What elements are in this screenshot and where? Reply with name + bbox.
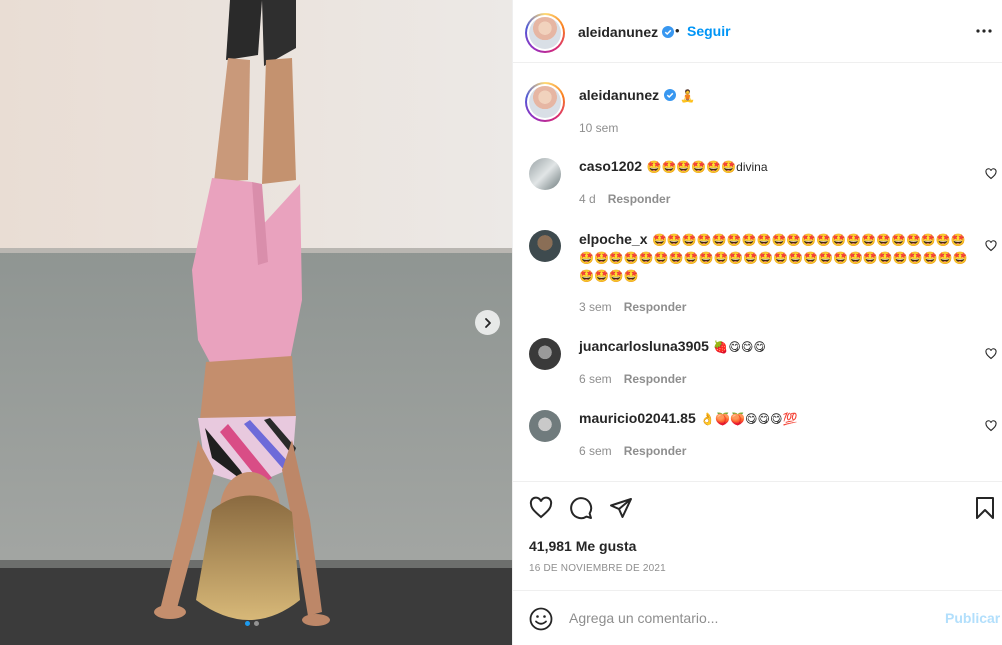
separator-dot: • (675, 23, 680, 38)
caption-time[interactable]: 10 sem (579, 121, 618, 135)
post-date[interactable]: 16 DE NOVIEMBRE DE 2021 (529, 563, 666, 574)
comment-username[interactable]: caso1202 (579, 158, 642, 174)
carousel-next-button[interactable] (475, 310, 500, 335)
reply-button[interactable]: Responder (624, 372, 687, 386)
reply-button[interactable]: Responder (624, 444, 687, 458)
comment-time[interactable]: 6 sem (579, 444, 612, 458)
comment-username[interactable]: juancarlosluna3905 (579, 338, 709, 354)
comment-username[interactable]: elpoche_x (579, 231, 647, 247)
carousel-dot (254, 621, 259, 626)
comment-like-icon[interactable] (985, 420, 997, 432)
comment-meta: 3 sem Responder (579, 300, 686, 314)
emoji-icon[interactable] (529, 607, 553, 631)
reply-button[interactable]: Responder (624, 300, 687, 314)
post-actions: 41,981 Me gusta 16 DE NOVIEMBRE DE 2021 (513, 481, 1002, 589)
comment-composer: Publicar (513, 590, 1002, 645)
commenter-avatar[interactable] (529, 158, 561, 190)
caption-text: 🧘 (680, 89, 695, 103)
more-options-icon[interactable] (975, 22, 993, 40)
heart-icon[interactable] (529, 496, 553, 520)
bookmark-icon[interactable] (975, 496, 995, 520)
caption-avatar[interactable] (525, 82, 565, 122)
comment-text: 👌🍑🍑😋😋😋💯 (700, 412, 798, 426)
carousel-dot-active (245, 621, 250, 626)
author-avatar[interactable] (525, 13, 565, 53)
commenter-avatar[interactable] (529, 410, 561, 442)
comment-time[interactable]: 4 d (579, 192, 596, 206)
post-photo (0, 0, 512, 645)
comment-meta: 4 d Responder (579, 192, 670, 206)
reply-button[interactable]: Responder (608, 192, 671, 206)
comment-text: 🍓😋😋😋 (713, 340, 766, 354)
follow-button[interactable]: Seguir (687, 23, 731, 39)
author-username[interactable]: aleidanunez (578, 24, 675, 40)
comment-item: juancarlosluna3905 🍓😋😋😋 (579, 338, 969, 356)
commenter-avatar[interactable] (529, 338, 561, 370)
caption: aleidanunez 🧘 (579, 87, 695, 105)
post-header: aleidanunez • Seguir (513, 0, 1002, 63)
verified-badge-icon (663, 89, 676, 101)
comment-like-icon[interactable] (985, 240, 997, 252)
comment-time[interactable]: 6 sem (579, 372, 612, 386)
comment-text: 🤩🤩🤩🤩🤩🤩divina (646, 160, 768, 174)
post-media[interactable] (0, 0, 512, 645)
publish-button[interactable]: Publicar (945, 610, 1000, 626)
comment-icon[interactable] (569, 496, 593, 520)
comment-time[interactable]: 3 sem (579, 300, 612, 314)
verified-badge-icon (662, 26, 675, 38)
comment-username[interactable]: mauricio02041.85 (579, 410, 696, 426)
comment-item: elpoche_x 🤩🤩🤩🤩🤩🤩🤩🤩🤩🤩🤩🤩🤩🤩🤩🤩🤩🤩🤩🤩🤩🤩🤩🤩🤩🤩🤩🤩🤩🤩… (579, 230, 969, 285)
comment-input[interactable] (569, 607, 929, 629)
carousel-indicator (245, 621, 259, 626)
share-icon[interactable] (609, 496, 633, 520)
post-panel: aleidanunez • Seguir aleidanunez 🧘 10 se… (512, 0, 1002, 645)
chevron-right-icon (484, 317, 491, 328)
comment-item: mauricio02041.85 👌🍑🍑😋😋😋💯 (579, 410, 969, 428)
comment-item: caso1202 🤩🤩🤩🤩🤩🤩divina (579, 158, 969, 176)
comment-meta: 6 sem Responder (579, 444, 686, 458)
commenter-avatar[interactable] (529, 230, 561, 262)
caption-username[interactable]: aleidanunez (579, 87, 659, 103)
likes-count[interactable]: 41,981 Me gusta (529, 538, 636, 554)
comment-like-icon[interactable] (985, 348, 997, 360)
comments-list[interactable]: aleidanunez 🧘 10 sem caso1202 🤩🤩🤩🤩🤩🤩divi… (513, 63, 1002, 481)
comment-like-icon[interactable] (985, 168, 997, 180)
comment-meta: 6 sem Responder (579, 372, 686, 386)
